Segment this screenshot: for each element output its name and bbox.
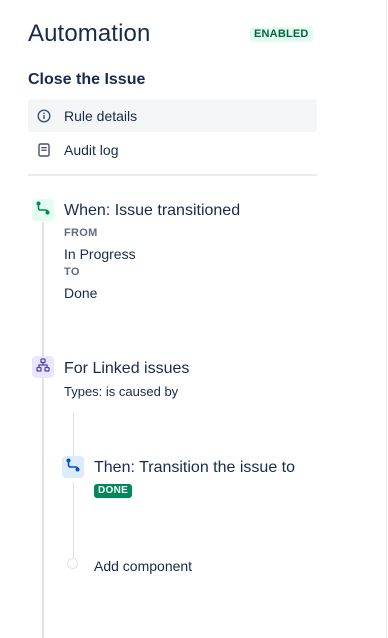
flow-line-branch-bottom [73, 482, 74, 558]
flow-line-main [42, 222, 44, 638]
page-title: Automation [28, 20, 151, 47]
trigger-component-icon[interactable] [32, 199, 54, 221]
rule-name: Close the Issue [28, 71, 146, 88]
panel-divider [386, 0, 387, 638]
branch-title[interactable]: For Linked issues [64, 360, 189, 378]
action-component-icon[interactable] [62, 456, 84, 478]
from-label: FROM [64, 227, 98, 239]
transition-icon [35, 200, 51, 221]
rule-status-badge: ENABLED [250, 27, 313, 42]
to-label: TO [64, 266, 80, 278]
nav-item-label: Audit log [64, 141, 119, 158]
from-value: In Progress [64, 246, 136, 262]
flow-line-branch-top [73, 412, 74, 458]
transition-icon [65, 457, 81, 478]
nav-item-label: Rule details [64, 107, 138, 124]
to-value: Done [64, 285, 98, 301]
hierarchy-icon [36, 357, 50, 377]
branch-subtitle: Types: is caused by [64, 384, 179, 399]
trigger-title[interactable]: When: Issue transitioned [64, 202, 240, 220]
nav-item-rule-details[interactable]: Rule details [28, 99, 317, 132]
add-component-dot-icon [67, 558, 78, 569]
nav-item-audit-log[interactable]: Audit log [28, 133, 317, 166]
done-status-badge: DONE [94, 484, 133, 498]
document-icon [36, 142, 52, 158]
add-component-button[interactable]: Add component [94, 558, 192, 574]
action-title[interactable]: Then: Transition the issue to [94, 459, 295, 477]
section-divider [28, 174, 317, 176]
branch-component-icon[interactable] [32, 356, 54, 378]
info-icon [36, 108, 52, 124]
